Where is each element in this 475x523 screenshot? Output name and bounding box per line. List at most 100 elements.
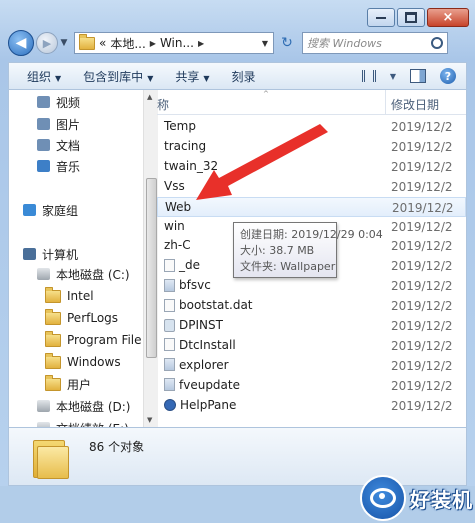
sidebar-item-9[interactable]: Program File [45, 330, 142, 350]
file-row[interactable]: explorer 2019/12/2 [157, 356, 466, 376]
file-name: tracing [164, 139, 206, 153]
file-name-text: zh-C [164, 238, 191, 253]
sidebar-item-11[interactable]: 用户 [45, 374, 91, 394]
search-input[interactable]: 搜索 Windows [302, 32, 448, 54]
close-button[interactable]: × [427, 8, 469, 27]
file-name-text: _de [179, 258, 200, 273]
file-icon [164, 258, 175, 272]
file-icon [164, 338, 175, 352]
sidebar-item-0[interactable]: 视频 [37, 92, 80, 112]
view-dropdown-icon[interactable]: ▼ [390, 72, 396, 81]
music-icon [37, 160, 50, 172]
column-header-date[interactable]: 修改日期 [391, 96, 439, 113]
toolbar-right: ▼ ? [361, 68, 466, 84]
file-name: win [164, 219, 185, 233]
document-icon [37, 139, 50, 151]
breadcrumb-windows[interactable]: Win... [160, 36, 194, 50]
scroll-down-icon[interactable]: ▼ [147, 416, 152, 424]
scrollbar-thumb[interactable] [146, 178, 157, 358]
sidebar-item-7[interactable]: Intel [45, 286, 94, 306]
column-divider[interactable] [385, 90, 386, 114]
sidebar-item-3[interactable]: 音乐 [37, 156, 80, 176]
back-arrow-icon: ◀ [15, 35, 27, 51]
sidebar-item-6[interactable]: 本地磁盘 (C:) [37, 264, 130, 284]
chevron-right-icon[interactable]: ▶ [198, 39, 204, 48]
file-row[interactable]: fveupdate 2019/12/2 [157, 376, 466, 396]
sidebar-item-label: Windows [67, 355, 121, 369]
sidebar-item-1[interactable]: 图片 [37, 114, 80, 134]
tooltip: 创建日期: 2019/12/29 0:04 大小: 38.7 MB 文件夹: W… [233, 222, 383, 278]
breadcrumb-local-disk[interactable]: 本地... [110, 35, 145, 52]
sidebar-item-4[interactable]: 家庭组 [23, 200, 78, 220]
organize-menu[interactable]: 组织 ▼ [27, 68, 61, 85]
view-options-icon[interactable] [361, 70, 376, 82]
watermark-logo [360, 475, 406, 521]
minimize-button[interactable] [367, 8, 395, 27]
sidebar-item-label: 家庭组 [42, 203, 79, 218]
command-bar: 组织 ▼ 包含到库中 ▼ 共享 ▼ 刻录 ▼ ? [8, 62, 467, 90]
file-date: 2019/12/2 [392, 200, 454, 215]
back-button[interactable]: ◀ [8, 30, 34, 56]
file-date: 2019/12/2 [391, 120, 453, 134]
file-row[interactable]: DtcInstall 2019/12/2 [157, 336, 466, 356]
folder-icon [79, 33, 95, 50]
file-name: bootstat.dat [164, 298, 253, 312]
maximize-button[interactable] [397, 8, 425, 27]
breadcrumb-overflow[interactable]: « [99, 36, 106, 50]
file-row[interactable]: tracing 2019/12/2 [157, 137, 466, 157]
column-header-name[interactable]: 称 [157, 96, 169, 113]
item-count: 86 个对象 [89, 440, 145, 454]
file-name: DPINST [164, 318, 223, 332]
refresh-button[interactable]: ↻ [276, 32, 298, 54]
video-icon [37, 96, 50, 108]
address-bar[interactable]: « 本地... ▶ Win... ▶ ▼ [74, 32, 274, 54]
sidebar-item-label: 图片 [56, 117, 81, 132]
file-name: explorer [164, 358, 229, 372]
preview-pane-icon[interactable] [410, 69, 426, 83]
sidebar-item-10[interactable]: Windows [45, 352, 121, 372]
sidebar-item-label: Program File [67, 333, 142, 347]
file-name-text: DPINST [179, 318, 223, 332]
include-in-library-menu[interactable]: 包含到库中 ▼ [83, 68, 153, 85]
recent-pages-dropdown[interactable]: ▼ [58, 38, 70, 48]
file-date: 2019/12/2 [391, 259, 453, 274]
sidebar-item-label: 音乐 [56, 159, 81, 174]
file-row[interactable]: DPINST 2019/12/2 [157, 316, 466, 336]
explorer-window: × ◀ ▶ ▼ « 本地... ▶ Win... ▶ ▼ ↻ 搜索 Window… [0, 0, 475, 523]
file-name-text: bootstat.dat [179, 298, 253, 313]
sidebar-item-13[interactable]: 文档绩效 (E:) [37, 418, 129, 427]
file-row[interactable]: Vss 2019/12/2 [157, 177, 466, 197]
sidebar-item-8[interactable]: PerfLogs [45, 308, 118, 328]
navigation-scrollbar[interactable]: ▲ ▼ [143, 90, 158, 427]
sidebar-item-label: 文档绩效 (E:) [56, 420, 129, 428]
file-row[interactable]: HelpPane 2019/12/2 [157, 396, 466, 416]
file-name: Temp [164, 119, 196, 133]
file-row[interactable]: Temp 2019/12/2 [157, 117, 466, 137]
sort-indicator-icon: ^ [263, 90, 269, 98]
file-name-text: Vss [164, 178, 185, 193]
help-file-icon [164, 398, 176, 411]
file-row[interactable]: bootstat.dat 2019/12/2 [157, 296, 466, 316]
file-row[interactable]: twain_32 2019/12/2 [157, 157, 466, 177]
file-date: 2019/12/2 [391, 279, 453, 294]
help-icon[interactable]: ? [440, 68, 456, 84]
file-row[interactable]: bfsvc 2019/12/2 [157, 276, 466, 296]
scroll-up-icon[interactable]: ▲ [147, 93, 152, 101]
file-row[interactable]: Web 2019/12/2 [157, 196, 466, 217]
address-dropdown[interactable]: ▼ [257, 39, 273, 48]
sidebar-item-2[interactable]: 文档 [37, 135, 80, 155]
sidebar-item-5[interactable]: 计算机 [23, 244, 78, 264]
file-name: zh-C [164, 238, 191, 252]
file-name-text: HelpPane [180, 397, 237, 412]
navigation-bar: ◀ ▶ ▼ « 本地... ▶ Win... ▶ ▼ ↻ 搜索 Windows [8, 30, 467, 56]
file-name: bfsvc [164, 278, 211, 292]
share-menu[interactable]: 共享 ▼ [175, 68, 209, 85]
file-name-text: DtcInstall [179, 337, 236, 352]
large-folder-icon [31, 434, 71, 479]
chevron-right-icon[interactable]: ▶ [150, 39, 156, 48]
refresh-icon: ↻ [281, 35, 293, 51]
sidebar-item-12[interactable]: 本地磁盘 (D:) [37, 396, 130, 416]
forward-button[interactable]: ▶ [36, 32, 58, 54]
burn-button[interactable]: 刻录 [232, 68, 256, 85]
file-icon [164, 298, 175, 312]
